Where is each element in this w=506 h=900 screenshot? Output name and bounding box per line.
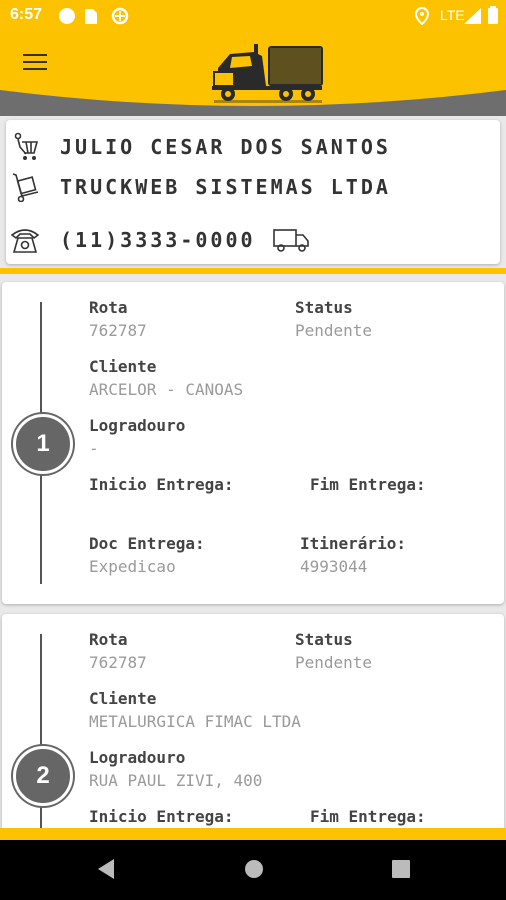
itinerario-label: Itinerário: (300, 534, 406, 553)
recents-icon[interactable] (391, 858, 411, 880)
cliente-field: Cliente METALURGICA FIMAC LTDA (89, 689, 301, 731)
signal-icon (464, 8, 481, 24)
company-row: TRUCKWEB SISTEMAS LTDA (6, 172, 391, 202)
status-label: Status (295, 630, 353, 649)
driver-info-card: JULIO CESAR DOS SANTOS TRUCKWEB SISTEMAS… (6, 120, 500, 264)
telephone-icon (10, 229, 40, 253)
status-value: Pendente (295, 321, 373, 340)
company-name: TRUCKWEB SISTEMAS LTDA (60, 175, 391, 199)
inicio-entrega-field: Inicio Entrega: (89, 807, 234, 826)
status-label: Status (295, 298, 353, 317)
status-value: Pendente (295, 653, 373, 672)
network-type: LTE (440, 7, 465, 23)
battery-icon (488, 6, 498, 24)
cliente-field: Cliente ARCELOR - CANOAS (89, 357, 243, 399)
logradouro-field: Logradouro - (89, 416, 185, 458)
cart-icon (14, 132, 39, 160)
inicio-entrega-label: Inicio Entrega: (89, 807, 234, 826)
itinerario-value: 4993044 (300, 557, 368, 576)
rota-label: Rota (89, 298, 128, 317)
rota-value: 762787 (89, 653, 147, 672)
cliente-value: ARCELOR - CANOAS (89, 380, 244, 399)
back-icon[interactable] (96, 858, 116, 880)
phone-number: (11)3333-0000 (60, 228, 256, 252)
status-field: Status Pendente (295, 630, 372, 672)
delivery-card[interactable]: 2 Rota 762787 Status Pendente Cliente ME… (2, 614, 504, 830)
inicio-entrega-label: Inicio Entrega: (89, 475, 234, 494)
logradouro-value: - (89, 439, 99, 458)
driver-name-row: JULIO CESAR DOS SANTOS (6, 132, 391, 162)
delivery-number-badge: 1 (13, 414, 73, 474)
status-time: 6:57 (10, 6, 43, 23)
menu-icon[interactable] (23, 54, 47, 74)
fim-entrega-label: Fim Entrega: (310, 807, 426, 826)
delivery-truck-icon (272, 229, 309, 252)
logradouro-label: Logradouro (89, 748, 186, 767)
doc-entrega-value: Expedicao (89, 557, 176, 576)
rota-value: 762787 (89, 321, 147, 340)
rota-field: Rota 762787 (89, 298, 147, 340)
app-header (0, 32, 506, 116)
fim-entrega-label: Fim Entrega: (310, 475, 426, 494)
doc-entrega-field: Doc Entrega: Expedicao (89, 534, 205, 576)
notification-icons (59, 7, 129, 25)
delivery-card[interactable]: 1 Rota 762787 Status Pendente Cliente AR… (2, 282, 504, 604)
cliente-label: Cliente (89, 357, 157, 376)
home-icon[interactable] (244, 858, 264, 880)
logradouro-field: Logradouro RUA PAUL ZIVI, 400 (89, 748, 262, 790)
status-field: Status Pendente (295, 298, 372, 340)
cliente-label: Cliente (89, 689, 157, 708)
doc-entrega-label: Doc Entrega: (89, 534, 205, 553)
footer-bar (0, 828, 506, 840)
delivery-number-badge: 2 (13, 746, 73, 806)
inicio-entrega-field: Inicio Entrega: (89, 475, 234, 494)
location-icon (414, 7, 430, 25)
delivery-list[interactable]: 1 Rota 762787 Status Pendente Cliente AR… (0, 274, 506, 830)
rota-field: Rota 762787 (89, 630, 147, 672)
itinerario-field: Itinerário: 4993044 (300, 534, 406, 576)
logradouro-label: Logradouro (89, 416, 186, 435)
status-bar: 6:57 LTE (0, 0, 506, 32)
cliente-value: METALURGICA FIMAC LTDA (89, 712, 301, 731)
phone-row: (11)3333-0000 (6, 225, 310, 255)
fim-entrega-field: Fim Entrega: (310, 807, 426, 826)
logradouro-value: RUA PAUL ZIVI, 400 (89, 771, 263, 790)
fim-entrega-field: Fim Entrega: (310, 475, 426, 494)
rota-label: Rota (89, 630, 128, 649)
truck-logo-icon (212, 44, 323, 103)
driver-name: JULIO CESAR DOS SANTOS (60, 135, 391, 159)
dolly-icon (12, 173, 39, 202)
system-nav-bar (0, 840, 506, 900)
